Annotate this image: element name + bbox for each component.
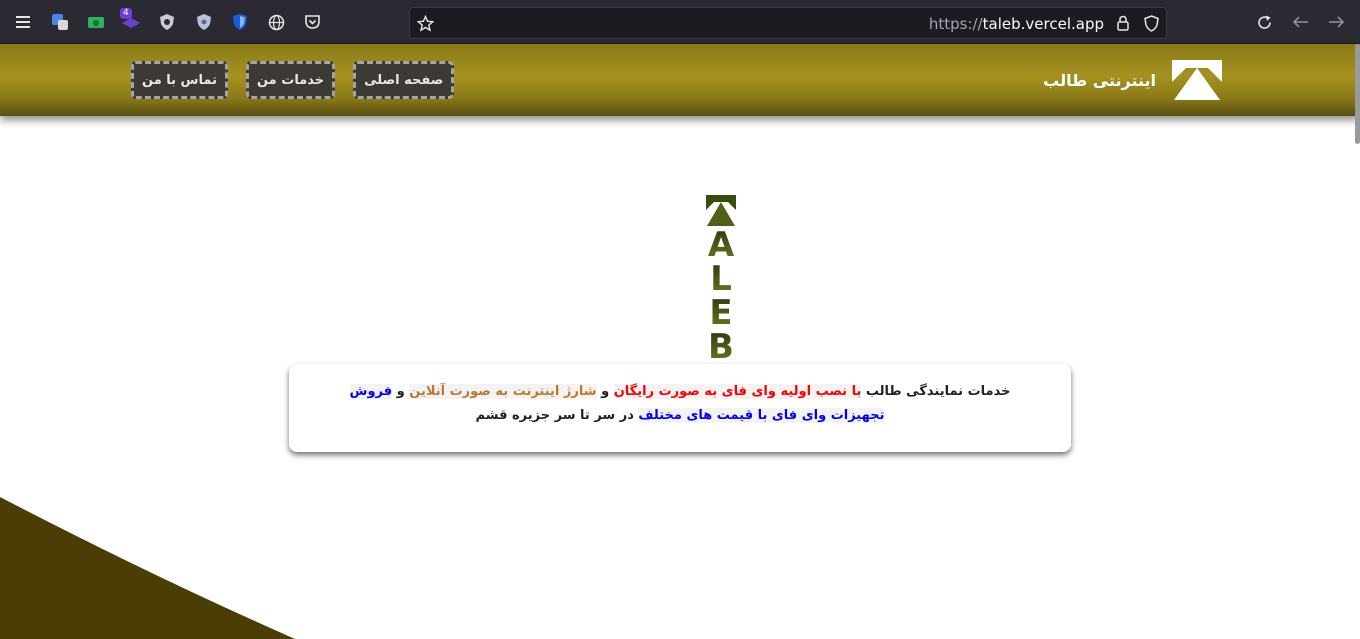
back-icon[interactable]	[1289, 11, 1311, 33]
badge-shield-icon[interactable]	[193, 11, 215, 33]
url-bar[interactable]: https://taleb.vercel.app	[409, 7, 1167, 39]
main-nav: تماس با من خدمات من صفحه اصلی	[131, 61, 455, 99]
page-scrollbar[interactable]	[1355, 44, 1360, 144]
nav-contact-button[interactable]: تماس با من	[131, 61, 228, 99]
layers-extension-icon[interactable]: 4	[120, 8, 142, 33]
letter: E	[705, 296, 737, 330]
url-scheme: https://	[928, 15, 983, 33]
shield-extension-icon[interactable]	[156, 11, 178, 33]
url-host: taleb.vercel.app	[982, 15, 1104, 33]
card-and: و	[601, 384, 610, 399]
tracking-shield-icon[interactable]	[1140, 12, 1162, 34]
letter-t-logo-icon	[705, 194, 737, 228]
card-outro: در سر تا سر جزیره قشم	[475, 408, 634, 423]
card-intro: خدمات نمایندگی طالب	[865, 384, 1011, 399]
letter: B	[705, 330, 737, 360]
browser-toolbar: 4 https://taleb.vercel.app	[0, 0, 1360, 44]
letter: L	[705, 262, 737, 296]
brand[interactable]: اینترنتی طالب	[1043, 60, 1222, 100]
globe-icon[interactable]	[265, 11, 287, 33]
camera-extension-icon[interactable]	[85, 11, 107, 33]
site-header: تماس با من خدمات من صفحه اصلی اینترنتی ط…	[0, 44, 1360, 116]
letter: A	[705, 228, 737, 262]
translate-icon[interactable]	[49, 11, 71, 33]
nav-home-button[interactable]: صفحه اصلی	[353, 61, 455, 99]
lock-icon[interactable]	[1112, 12, 1134, 34]
nav-services-button[interactable]: خدمات من	[245, 61, 336, 99]
taleb-logo-icon	[1172, 60, 1222, 100]
menu-icon[interactable]	[13, 11, 35, 33]
service-free-install: با نصب اولیه وای فای به صورت رایگان	[613, 384, 862, 399]
extension-badge: 4	[120, 8, 132, 19]
card-and: و	[396, 384, 405, 399]
pocket-icon[interactable]	[301, 11, 323, 33]
services-card: خدمات نمایندگی طالب با نصب اولیه وای فای…	[289, 364, 1071, 452]
reload-icon[interactable]	[1253, 11, 1275, 33]
url-text[interactable]: https://taleb.vercel.app	[929, 15, 1104, 33]
taleb-vertical-letters: A L E B	[705, 194, 737, 360]
brand-name: اینترنتی طالب	[1043, 70, 1156, 90]
star-icon[interactable]	[414, 12, 436, 34]
decorative-curve	[0, 497, 295, 639]
forward-icon[interactable]	[1325, 11, 1347, 33]
bitwarden-icon[interactable]	[229, 11, 251, 33]
service-online-charge: شارژ اینترنت به صورت آنلاین	[409, 384, 597, 399]
